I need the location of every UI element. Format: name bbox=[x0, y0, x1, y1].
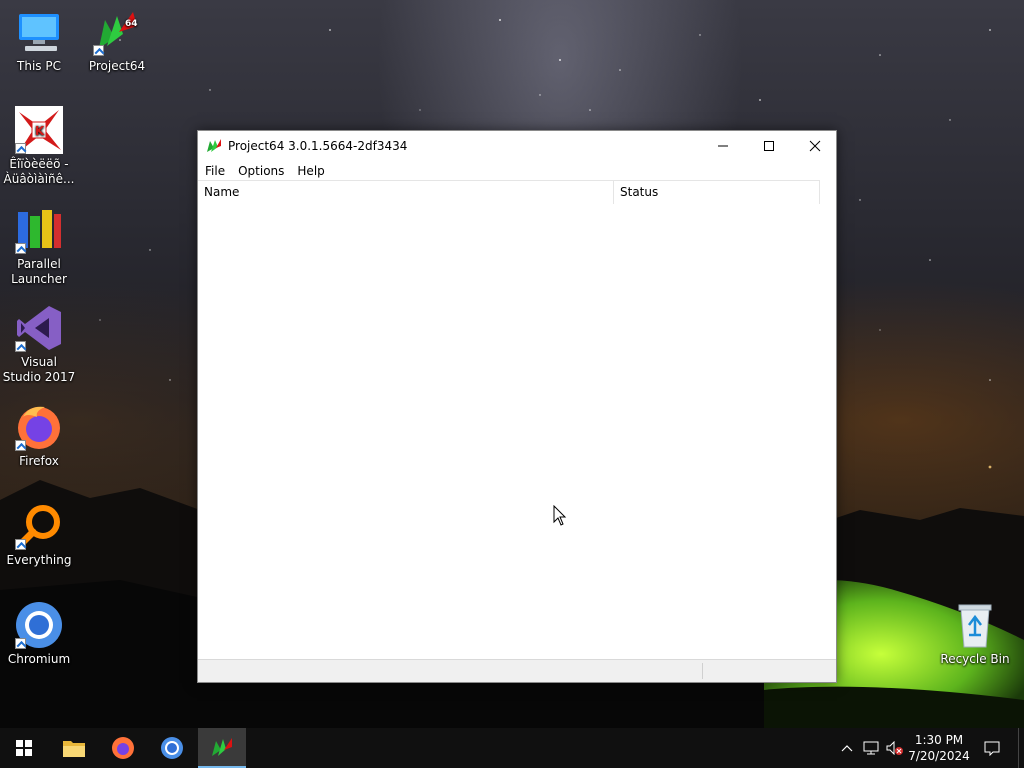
shortcut-arrow-icon bbox=[15, 243, 26, 254]
chromium-icon bbox=[15, 601, 63, 649]
file-explorer-icon bbox=[63, 741, 85, 757]
recycle-bin-icon bbox=[951, 601, 999, 649]
notification-icon bbox=[984, 741, 1000, 756]
shortcut-arrow-icon bbox=[15, 539, 26, 550]
project64-icon bbox=[212, 738, 232, 756]
taskbar-project64[interactable] bbox=[198, 728, 246, 768]
shortcut-arrow-icon bbox=[15, 143, 26, 154]
shortcut-arrow-icon bbox=[15, 440, 26, 451]
volume-tray-button[interactable] bbox=[884, 728, 906, 768]
desktop-icon-everything[interactable]: Everything bbox=[1, 502, 77, 568]
chromium-icon bbox=[161, 737, 183, 759]
firefox-icon bbox=[112, 737, 134, 759]
volume-muted-icon bbox=[886, 741, 903, 755]
mouse-cursor-icon bbox=[553, 505, 567, 526]
action-center-button[interactable] bbox=[978, 728, 1006, 768]
computer-icon bbox=[15, 8, 63, 56]
minimize-button[interactable] bbox=[700, 131, 746, 160]
menu-options[interactable]: Options bbox=[232, 164, 290, 178]
desktop-icon-label: Firefox bbox=[19, 454, 59, 468]
desktop-icon-label: Recycle Bin bbox=[940, 652, 1010, 666]
desktop-icon-this-pc[interactable]: This PC bbox=[1, 8, 77, 74]
status-divider bbox=[702, 663, 703, 679]
column-header-status[interactable]: Status bbox=[614, 181, 820, 204]
parallel-launcher-icon bbox=[15, 206, 63, 254]
kaspersky-icon: K bbox=[15, 106, 63, 154]
desktop-icon-label: Êîïòèëëõ - Àüâòìàìñê... bbox=[3, 157, 75, 186]
menu-file[interactable]: File bbox=[199, 164, 231, 178]
desktop-icon-recycle-bin[interactable]: Recycle Bin bbox=[937, 601, 1013, 667]
desktop-icon-kaspersky[interactable]: K Êîïòèëëõ - Àüâòìàìñê... bbox=[1, 106, 77, 187]
everything-search-icon bbox=[15, 502, 63, 550]
taskbar-firefox[interactable] bbox=[99, 728, 147, 768]
network-icon bbox=[863, 741, 879, 755]
maximize-icon bbox=[764, 140, 774, 151]
project64-window: Project64 3.0.1.5664-2df3434 File Option… bbox=[197, 130, 837, 683]
desktop-icon-project64[interactable]: 64 Project64 bbox=[79, 8, 155, 74]
taskbar-clock[interactable]: 1:30 PM 7/20/2024 bbox=[904, 728, 974, 768]
taskbar: 1:30 PM 7/20/2024 bbox=[0, 728, 1024, 768]
desktop-icon-label: Everything bbox=[6, 553, 72, 567]
clock-time: 1:30 PM bbox=[914, 733, 964, 747]
windows-start-icon bbox=[16, 740, 32, 756]
svg-text:K: K bbox=[35, 124, 45, 138]
desktop-icon-parallel-launcher[interactable]: Parallel Launcher bbox=[1, 206, 77, 287]
chevron-up-icon bbox=[841, 745, 853, 752]
shortcut-arrow-icon bbox=[15, 341, 26, 352]
rom-list-header: Name Status bbox=[198, 180, 820, 204]
maximize-button[interactable] bbox=[746, 131, 792, 160]
start-button[interactable] bbox=[0, 728, 48, 768]
show-hidden-icons-button[interactable] bbox=[838, 728, 856, 768]
svg-text:64: 64 bbox=[125, 19, 138, 29]
firefox-icon bbox=[15, 403, 63, 451]
close-button[interactable] bbox=[792, 131, 838, 160]
rom-list[interactable] bbox=[198, 204, 836, 660]
show-desktop-button[interactable] bbox=[1018, 728, 1024, 768]
desktop-icon-firefox[interactable]: Firefox bbox=[1, 403, 77, 469]
menu-help[interactable]: Help bbox=[291, 164, 330, 178]
taskbar-file-explorer[interactable] bbox=[50, 728, 98, 768]
taskbar-chromium[interactable] bbox=[148, 728, 196, 768]
desktop-icon-label: Chromium bbox=[7, 652, 71, 666]
window-title: Project64 3.0.1.5664-2df3434 bbox=[228, 138, 408, 153]
status-bar bbox=[198, 659, 836, 682]
desktop-icon-label: Visual Studio 2017 bbox=[2, 355, 76, 384]
desktop-icon-label: This PC bbox=[17, 59, 61, 73]
desktop-icon-label: Project64 bbox=[88, 59, 146, 73]
desktop-icon-visual-studio[interactable]: Visual Studio 2017 bbox=[1, 304, 77, 385]
shortcut-arrow-icon bbox=[93, 45, 104, 56]
menu-bar: File Options Help bbox=[198, 161, 836, 180]
close-icon bbox=[809, 140, 821, 151]
desktop-icon-label: Parallel Launcher bbox=[11, 257, 67, 286]
visual-studio-icon bbox=[15, 304, 63, 352]
clock-date: 7/20/2024 bbox=[908, 749, 970, 763]
shortcut-arrow-icon bbox=[15, 638, 26, 649]
desktop-icon-chromium[interactable]: Chromium bbox=[1, 601, 77, 667]
column-header-name[interactable]: Name bbox=[198, 181, 614, 204]
project64-icon bbox=[207, 138, 221, 152]
minimize-icon bbox=[718, 145, 728, 146]
project64-icon: 64 bbox=[93, 8, 141, 56]
network-tray-button[interactable] bbox=[860, 728, 882, 768]
